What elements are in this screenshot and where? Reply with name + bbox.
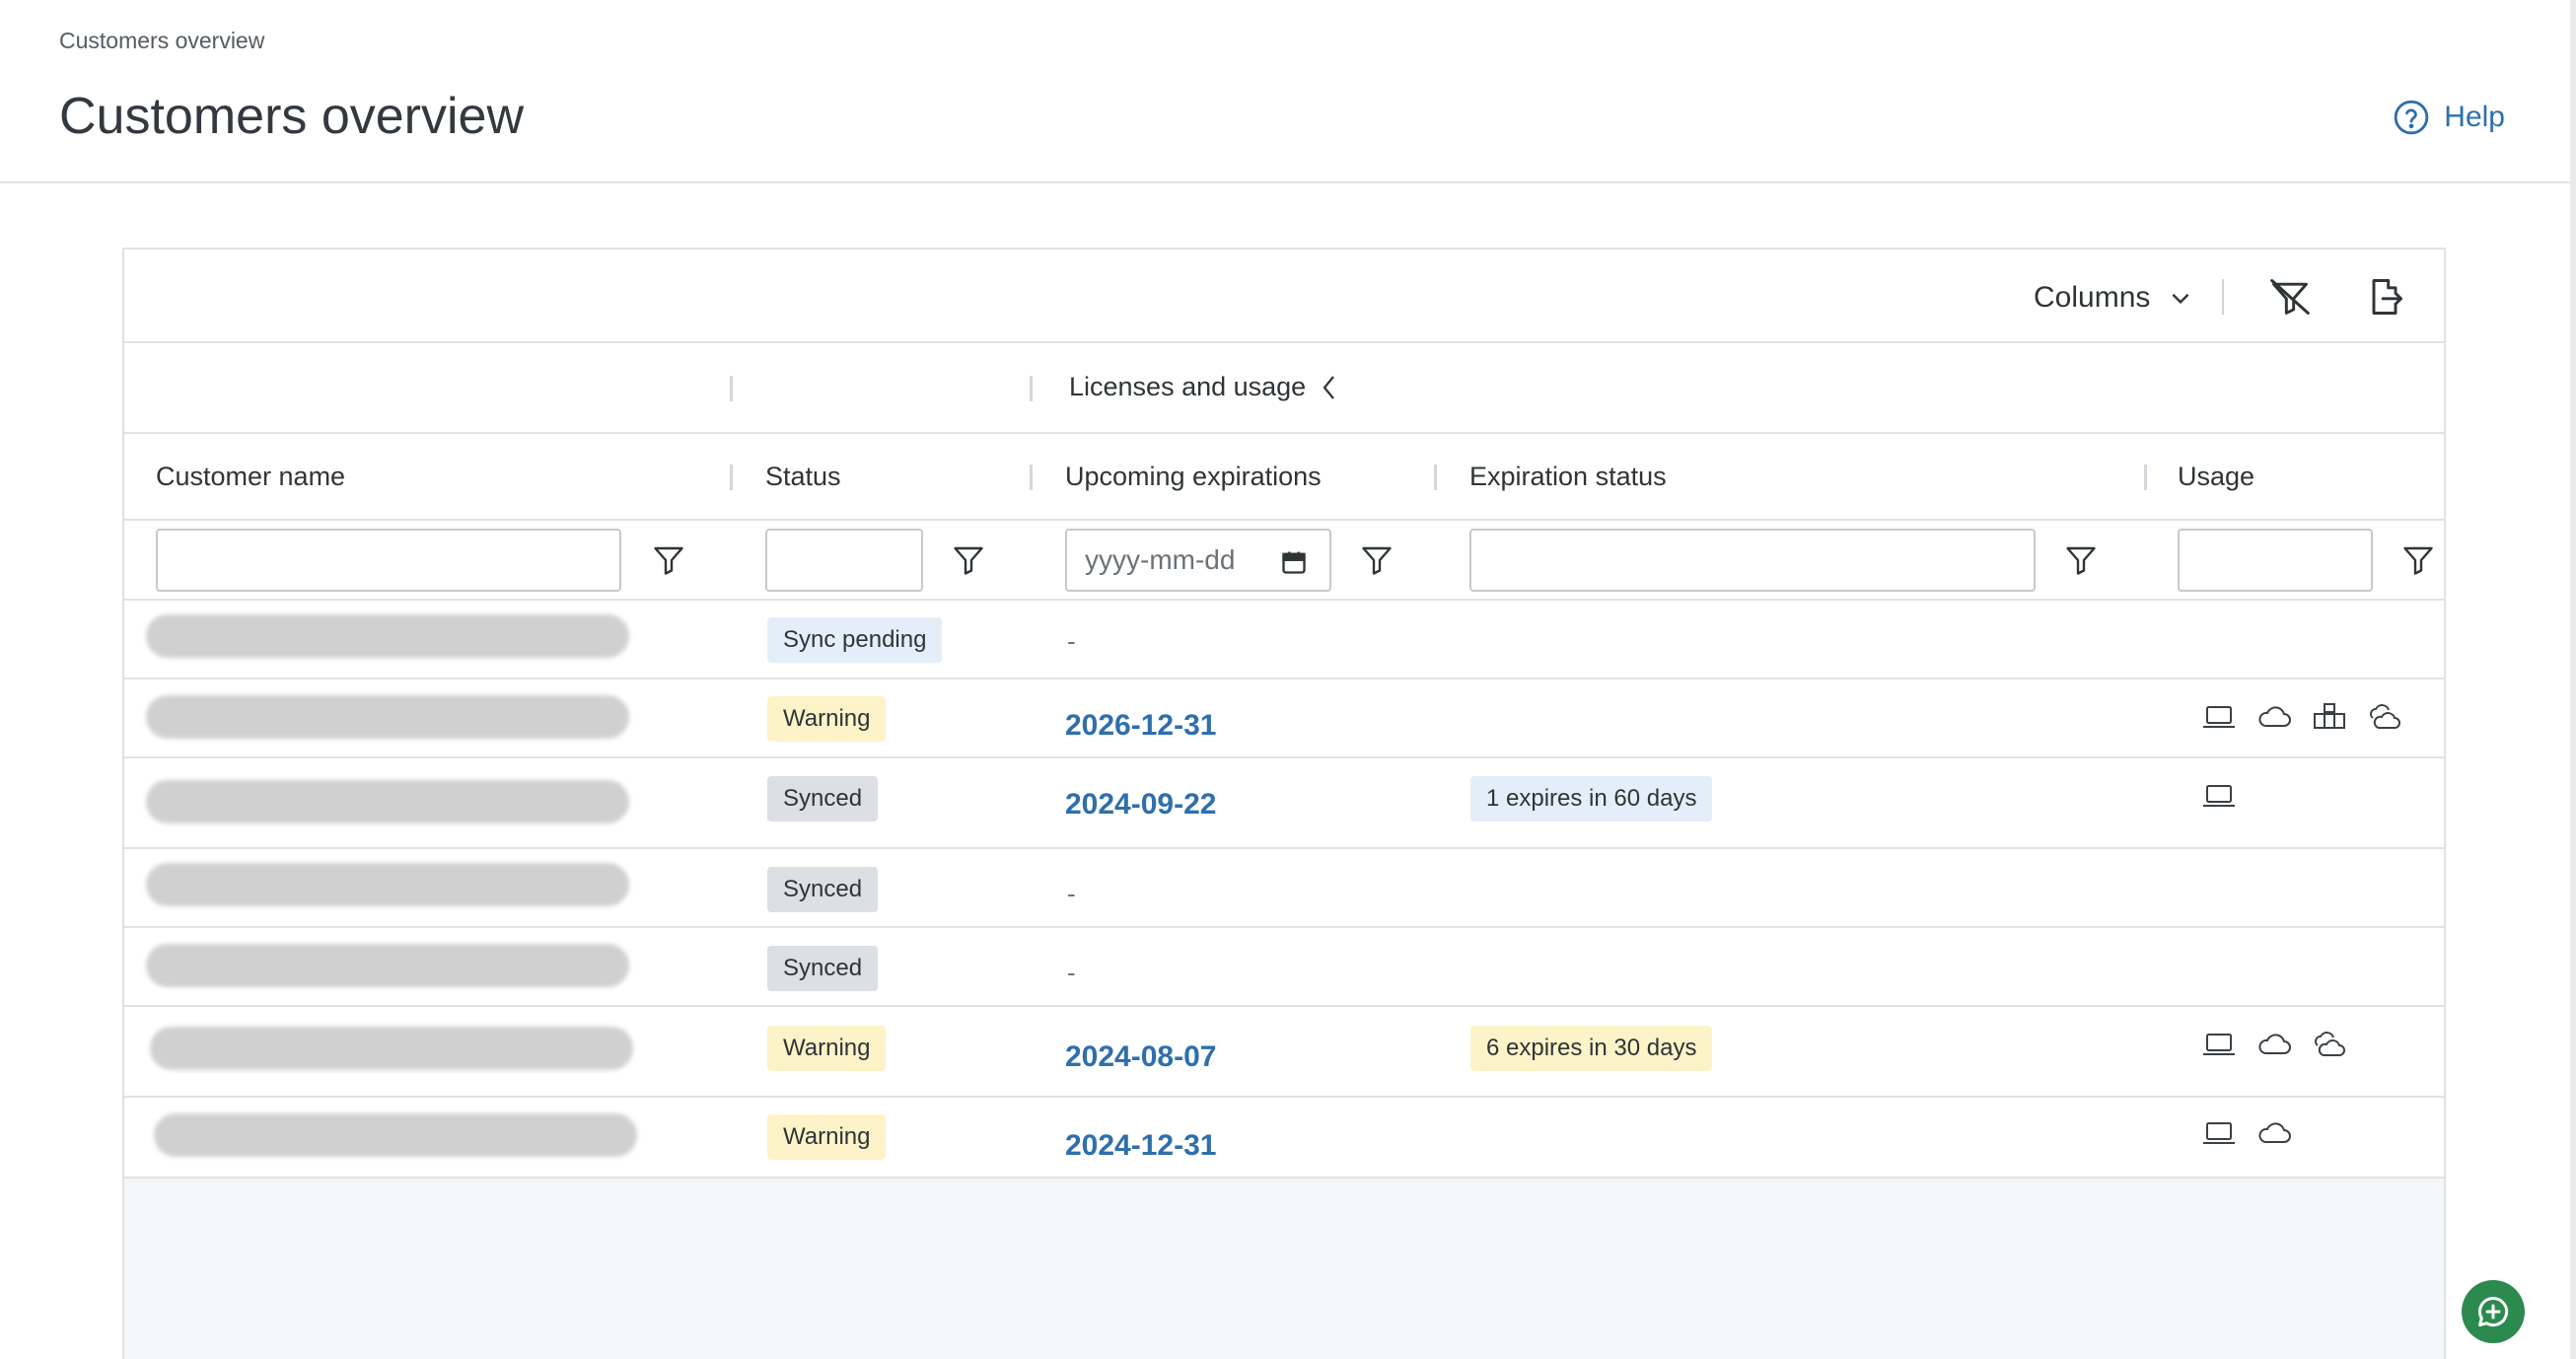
customer-name-redacted[interactable] xyxy=(146,780,629,823)
expiration-status-badge: 6 expires in 30 days xyxy=(1470,1026,1713,1071)
table-row[interactable]: Synced - xyxy=(124,928,2444,1007)
usage-icons xyxy=(2201,1029,2347,1060)
table-row[interactable]: Warning 2024-08-07 6 expires in 30 days xyxy=(124,1007,2444,1098)
customer-name-redacted[interactable] xyxy=(146,614,629,658)
column-header-status[interactable]: Status xyxy=(765,462,841,492)
customers-grid: Columns Licenses and usage Customer name… xyxy=(122,248,2446,1359)
help-link[interactable]: Help xyxy=(2393,99,2505,136)
calendar-icon[interactable] xyxy=(1280,548,1308,576)
usage-icons xyxy=(2201,1117,2292,1149)
filter-off-icon[interactable] xyxy=(2268,275,2312,319)
upcoming-expiration-empty: - xyxy=(1067,958,1076,987)
expiration-status-badge: 1 expires in 60 days xyxy=(1470,776,1713,822)
usage-icons xyxy=(2201,701,2402,733)
filter-icon[interactable] xyxy=(651,542,686,578)
column-header-expiration-status[interactable]: Expiration status xyxy=(1469,462,1667,492)
status-badge: Synced xyxy=(767,867,879,912)
help-circle-icon xyxy=(2395,100,2429,135)
column-group-row: Licenses and usage xyxy=(124,343,2444,434)
chat-plus-icon xyxy=(2478,1296,2509,1326)
filter-icon[interactable] xyxy=(951,542,986,578)
table-row[interactable]: Warning 2026-12-31 xyxy=(124,680,2444,758)
laptop-icon xyxy=(2203,706,2235,728)
status-badge: Warning xyxy=(767,1026,887,1071)
column-resize-handle[interactable] xyxy=(1030,465,1033,490)
column-header-customer-name[interactable]: Customer name xyxy=(156,462,345,492)
status-badge: Warning xyxy=(767,1114,887,1160)
table-row[interactable]: Sync pending - xyxy=(124,601,2444,680)
hybrid-cloud-icon xyxy=(2370,704,2400,729)
upcoming-expiration-link[interactable]: 2024-09-22 xyxy=(1065,788,1216,822)
on-premise-icon xyxy=(2314,703,2345,729)
upcoming-expiration-empty: - xyxy=(1067,626,1076,656)
filter-icon[interactable] xyxy=(2063,542,2099,578)
customer-name-redacted[interactable] xyxy=(146,695,629,739)
toolbar-divider xyxy=(2222,279,2224,315)
page-title: Customers overview xyxy=(59,88,525,145)
usage-icons xyxy=(2201,780,2237,812)
upcoming-expiration-link[interactable]: 2024-08-07 xyxy=(1065,1040,1216,1074)
laptop-icon xyxy=(2203,1122,2235,1144)
filter-icon[interactable] xyxy=(1359,542,1395,578)
status-badge: Synced xyxy=(767,946,879,991)
page-scrollbar[interactable] xyxy=(2570,0,2576,1359)
laptop-icon xyxy=(2203,785,2235,807)
column-resize-handle[interactable] xyxy=(2144,465,2147,490)
customer-name-redacted[interactable] xyxy=(150,1027,633,1070)
grid-toolbar: Columns xyxy=(124,250,2444,343)
columns-button[interactable]: Columns xyxy=(2034,281,2193,315)
feedback-chat-button[interactable] xyxy=(2462,1280,2525,1343)
filter-row xyxy=(124,521,2444,601)
customer-name-filter-input[interactable] xyxy=(156,529,621,592)
upcoming-expiration-link[interactable]: 2024-12-31 xyxy=(1065,1129,1216,1163)
page-header: Customers overview Customers overview He… xyxy=(0,0,2576,183)
table-row[interactable]: Synced - xyxy=(124,849,2444,928)
cloud-icon xyxy=(2258,706,2291,727)
status-filter-input[interactable] xyxy=(765,529,923,592)
status-badge: Synced xyxy=(767,776,879,822)
filter-icon[interactable] xyxy=(2400,542,2436,578)
column-resize-handle[interactable] xyxy=(1434,465,1437,490)
column-resize-handle[interactable] xyxy=(730,376,733,401)
group-header-label: Licenses and usage xyxy=(1069,372,1307,401)
upcoming-expiration-empty: - xyxy=(1067,879,1076,908)
column-header-upcoming-expirations[interactable]: Upcoming expirations xyxy=(1065,462,1322,492)
column-resize-handle[interactable] xyxy=(1030,376,1033,401)
status-badge: Warning xyxy=(767,696,887,742)
chevron-left-icon[interactable] xyxy=(1318,373,1341,402)
column-resize-handle[interactable] xyxy=(730,465,733,490)
cloud-icon xyxy=(2258,1122,2291,1143)
customer-name-redacted[interactable] xyxy=(154,1113,637,1157)
breadcrumb[interactable]: Customers overview xyxy=(59,28,264,54)
table-row[interactable]: Warning 2024-12-31 xyxy=(124,1098,2444,1179)
customer-name-redacted[interactable] xyxy=(146,863,629,906)
laptop-icon xyxy=(2203,1034,2235,1055)
usage-filter-input[interactable] xyxy=(2178,529,2373,592)
column-header-usage[interactable]: Usage xyxy=(2178,462,2254,492)
columns-label: Columns xyxy=(2034,281,2151,314)
status-badge: Sync pending xyxy=(767,617,943,663)
expiration-date-filter xyxy=(1065,529,1331,592)
customer-name-redacted[interactable] xyxy=(146,944,629,987)
hybrid-cloud-icon xyxy=(2315,1032,2345,1056)
column-header-row: Customer name Status Upcoming expiration… xyxy=(124,434,2444,521)
group-header-licenses[interactable]: Licenses and usage xyxy=(1069,372,1341,402)
cloud-icon xyxy=(2258,1034,2291,1054)
export-icon[interactable] xyxy=(2363,275,2406,319)
help-label: Help xyxy=(2444,101,2505,133)
table-row[interactable]: Synced 2024-09-22 1 expires in 60 days xyxy=(124,758,2444,849)
upcoming-expiration-link[interactable]: 2026-12-31 xyxy=(1065,709,1216,743)
chevron-down-icon xyxy=(2172,293,2189,305)
expiration-status-filter-input[interactable] xyxy=(1469,529,2036,592)
